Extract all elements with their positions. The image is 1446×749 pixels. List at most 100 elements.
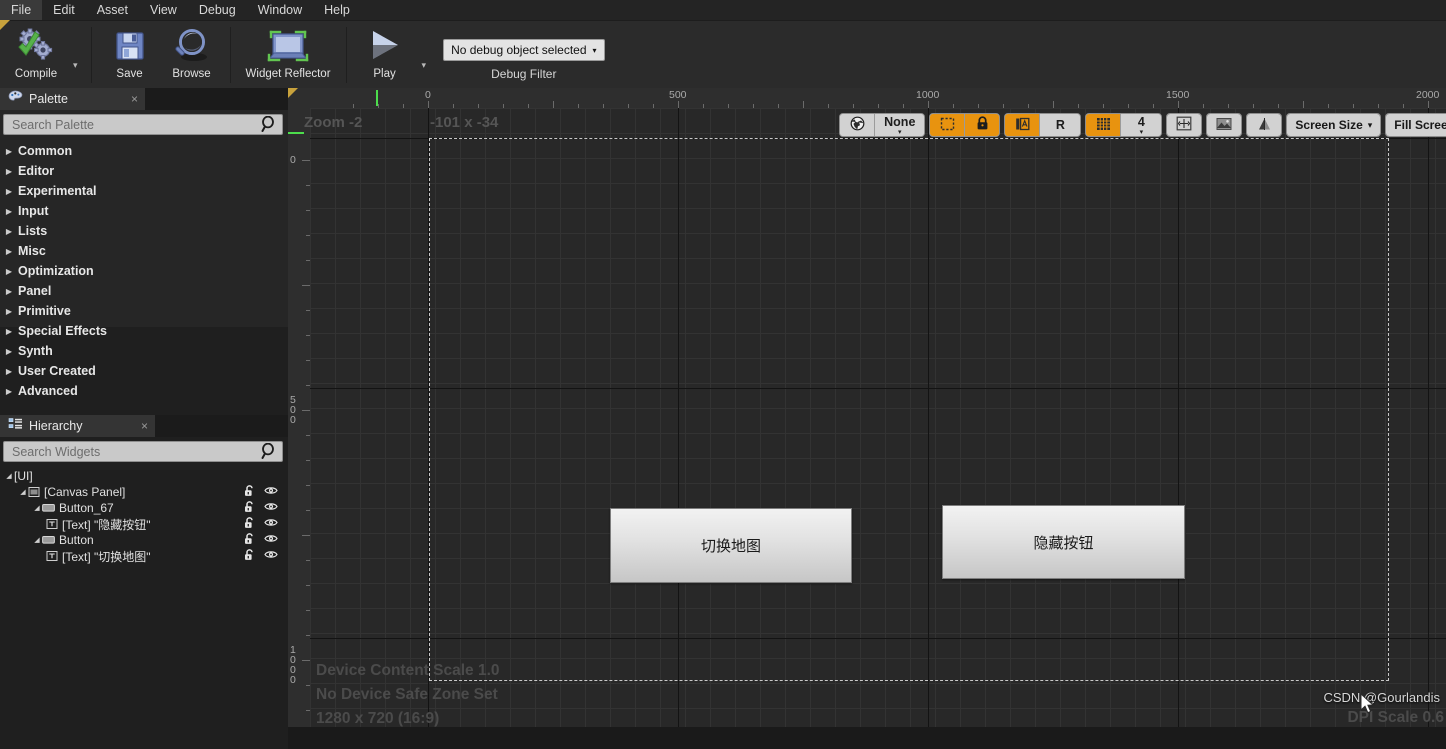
canvas-widget-button-switch-map[interactable]: 切换地图 [610,508,852,583]
ruler-subtick [306,435,310,436]
ruler-subtick [306,560,310,561]
unlock-icon[interactable] [244,548,255,564]
ruler-subtick [878,104,879,108]
menu-item-window[interactable]: Window [247,0,313,20]
ruler-tick [302,660,310,661]
tree-item-ui-root[interactable]: ◢ [UI] [0,468,288,484]
palette-category-special-effects[interactable]: ▶ Special Effects [0,321,288,341]
palette-category-input[interactable]: ▶ Input [0,201,288,221]
ruler-subtick [453,104,454,108]
widget-reflector-button[interactable]: Widget Reflector [238,21,339,81]
chevron-down-icon[interactable]: ◢ [18,488,28,496]
palette-category-user-created[interactable]: ▶ User Created [0,361,288,381]
unlock-icon[interactable] [244,484,255,500]
tree-item-button[interactable]: ◢ Button [0,532,288,548]
canvas-widget-button-hide-button[interactable]: 隐藏按钮 [942,505,1185,579]
tree-item-text-switch-map[interactable]: [Text] "切换地图" [0,548,288,564]
screen-size-select[interactable]: Screen Size ▾ [1287,114,1381,136]
visibility-eye-icon[interactable] [264,485,278,500]
chevron-down-icon[interactable]: ◢ [32,536,42,544]
palette-category-optimization[interactable]: ▶ Optimization [0,261,288,281]
ruler-tick [1178,101,1179,108]
compile-button[interactable]: Compile [5,21,67,81]
visibility-eye-icon[interactable] [264,533,278,548]
visibility-eye-icon[interactable] [264,517,278,532]
localization-preview-toggle[interactable] [1005,114,1040,136]
close-icon[interactable]: × [117,92,138,106]
mirror-button[interactable] [1247,114,1282,136]
close-icon[interactable]: × [127,419,148,433]
locale-select[interactable]: None ▾ [875,114,925,136]
tree-item-text-hide-button[interactable]: [Text] "隐藏按钮" [0,516,288,532]
palette-category-panel[interactable]: ▶ Panel [0,281,288,301]
browse-button[interactable]: Browse [161,21,223,81]
ruler-subtick [953,104,954,108]
ruler-green-marker-h [376,90,378,106]
palette-category-editor[interactable]: ▶ Editor [0,161,288,181]
chevron-down-icon[interactable]: ◢ [4,472,14,480]
chevron-right-icon: ▶ [5,146,13,156]
rtl-toggle[interactable]: R [1040,114,1081,136]
resize-to-content-button[interactable] [1167,114,1202,136]
search-widgets-input[interactable] [10,443,276,460]
palette-icon [8,90,23,108]
hierarchy-search-box[interactable] [3,441,283,462]
screen-size-group: Screen Size ▾ [1286,113,1382,137]
menu-item-debug[interactable]: Debug [188,0,247,20]
menu-item-asset[interactable]: Asset [86,0,139,20]
designer-viewport[interactable]: 切换地图 隐藏按钮 0 500 1000 1500 2000 0 5 0 0 1… [288,88,1446,727]
toolbar-group-file: Save Browse [94,21,228,89]
palette-search-box[interactable] [3,114,283,135]
visibility-eye-icon[interactable] [264,549,278,564]
menu-item-edit[interactable]: Edit [42,0,86,20]
dashed-outline-toggle[interactable] [930,114,965,136]
ruler-tick [678,101,679,108]
search-palette-input[interactable] [10,116,276,133]
ruler-subtick [1278,104,1279,108]
debug-object-select[interactable]: No debug object selected ▾ [443,39,605,61]
palette-category-experimental[interactable]: ▶ Experimental [0,181,288,201]
palette-category-primitive[interactable]: ▶ Primitive [0,301,288,321]
category-label: Input [18,204,49,218]
tree-item-canvas-panel[interactable]: ◢ [Canvas Panel] [0,484,288,500]
ruler-subtick [306,260,310,261]
unlock-icon[interactable] [244,500,255,516]
vertical-ruler[interactable]: 0 500 1000 [288,108,310,727]
ruler-subtick [1353,104,1354,108]
play-button[interactable]: Play [354,21,416,81]
image-button[interactable] [1207,114,1242,136]
globe-icon-button[interactable] [840,114,875,136]
unreal-umg-editor-window: File Edit Asset View Debug Window Help C… [0,0,1446,749]
save-button[interactable]: Save [99,21,161,81]
tab-hierarchy[interactable]: Hierarchy × [0,415,155,437]
compile-dropdown-caret[interactable]: ▾ [67,60,84,71]
grid-snap-group: 4 ▾ [1085,113,1163,137]
tab-palette[interactable]: Palette × [0,88,145,110]
chevron-right-icon: ▶ [5,186,13,196]
menu-item-view[interactable]: View [139,0,188,20]
tree-item-button-67[interactable]: ◢ Button_67 [0,500,288,516]
grid-snap-size-select[interactable]: 4 ▾ [1121,114,1162,136]
palette-category-advanced[interactable]: ▶ Advanced [0,381,288,401]
play-dropdown-caret[interactable]: ▾ [416,60,433,71]
grid-toggle[interactable] [1086,114,1121,136]
fill-screen-select[interactable]: Fill Screen [1386,114,1446,136]
palette-category-lists[interactable]: ▶ Lists [0,221,288,241]
menu-item-file[interactable]: File [0,0,43,20]
horizontal-ruler[interactable]: 0 500 1000 1500 2000 [288,88,1446,108]
tree-item-label: Button [59,533,94,547]
palette-category-synth[interactable]: ▶ Synth [0,341,288,361]
ruler-subtick [306,610,310,611]
unlock-icon[interactable] [244,516,255,532]
palette-category-common[interactable]: ▶ Common [0,141,288,161]
ruler-subtick [803,101,804,108]
chevron-down-icon[interactable]: ◢ [32,504,42,512]
lock-toggle[interactable] [965,114,1000,136]
visibility-eye-icon[interactable] [264,501,278,516]
tree-item-label: [UI] [14,469,33,483]
chevron-right-icon: ▶ [5,226,13,236]
unlock-icon[interactable] [244,532,255,548]
menu-item-help[interactable]: Help [313,0,361,20]
palette-category-misc[interactable]: ▶ Misc [0,241,288,261]
design-canvas[interactable]: 切换地图 隐藏按钮 [310,108,1446,727]
